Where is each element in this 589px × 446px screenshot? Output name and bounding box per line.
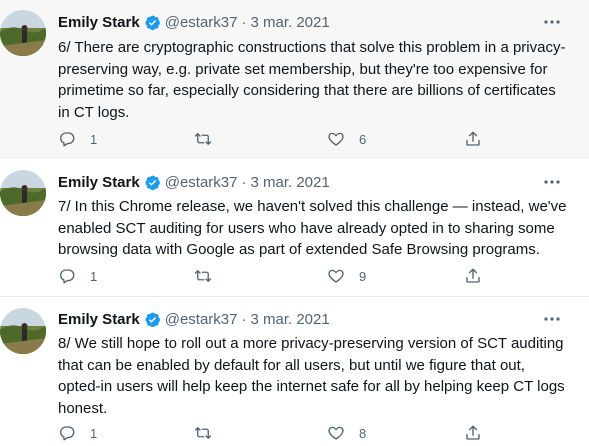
retweet-icon <box>194 427 212 439</box>
author-name[interactable]: Emily Stark <box>58 311 140 328</box>
tweet-text: 8/ We still hope to roll out a more priv… <box>58 335 565 417</box>
more-options-button[interactable] <box>541 172 563 192</box>
retweet-button[interactable] <box>194 264 226 288</box>
avatar-photo <box>0 308 46 354</box>
author-name[interactable]: Emily Stark <box>58 174 140 191</box>
tweet-date[interactable]: 3 mar. 2021 <box>250 174 329 191</box>
tweet-actions: 1 6 <box>58 127 488 151</box>
avatar[interactable] <box>0 10 46 56</box>
reply-icon <box>60 132 75 147</box>
retweet-button[interactable] <box>194 127 226 151</box>
retweet-icon <box>194 133 212 145</box>
tweet-header: Emily Stark @estark37 · 3 mar. 2021 <box>58 172 330 192</box>
verified-badge-icon <box>145 312 160 327</box>
more-horizontal-icon <box>544 20 560 24</box>
tweet-text: 6/ There are cryptographic constructions… <box>58 39 566 121</box>
share-button[interactable] <box>464 264 482 288</box>
author-handle[interactable]: @estark37 <box>165 174 238 191</box>
like-button[interactable]: 8 <box>327 421 366 445</box>
heart-icon <box>328 269 344 283</box>
reply-icon <box>60 426 75 441</box>
like-button[interactable]: 9 <box>327 264 366 288</box>
tweet-date[interactable]: 3 mar. 2021 <box>250 311 329 328</box>
tweet-header: Emily Stark @estark37 · 3 mar. 2021 <box>58 309 330 329</box>
share-button[interactable] <box>464 421 482 445</box>
share-icon <box>466 131 480 146</box>
author-handle[interactable]: @estark37 <box>165 311 238 328</box>
more-options-button[interactable] <box>541 309 563 329</box>
share-icon <box>466 268 480 283</box>
like-count: 8 <box>359 425 367 441</box>
more-horizontal-icon <box>544 180 560 184</box>
tweet-6[interactable]: Emily Stark @estark37 · 3 mar. 2021 6/ T… <box>0 0 589 157</box>
dot-separator: · <box>241 173 247 191</box>
tweet-text: 7/ In this Chrome release, we haven't so… <box>58 198 567 258</box>
like-count: 9 <box>359 268 367 284</box>
author-handle[interactable]: @estark37 <box>165 14 238 31</box>
reply-button[interactable]: 1 <box>58 127 97 151</box>
reply-icon <box>60 269 75 284</box>
heart-icon <box>328 132 344 146</box>
tweet-thread: Emily Stark @estark37 · 3 mar. 2021 6/ T… <box>0 0 589 446</box>
tweet-header: Emily Stark @estark37 · 3 mar. 2021 <box>58 12 330 32</box>
tweet-actions: 1 8 <box>58 421 488 445</box>
verified-badge-icon <box>145 15 160 30</box>
avatar[interactable] <box>0 170 46 216</box>
like-count: 6 <box>359 131 367 147</box>
avatar-photo <box>0 170 46 216</box>
retweet-button[interactable] <box>194 421 226 445</box>
share-button[interactable] <box>464 127 482 151</box>
reply-count: 1 <box>90 131 98 147</box>
more-options-button[interactable] <box>541 12 563 32</box>
retweet-icon <box>194 270 212 282</box>
reply-count: 1 <box>90 425 98 441</box>
share-icon <box>466 425 480 440</box>
verified-badge-icon <box>145 175 160 190</box>
tweet-8[interactable]: Emily Stark @estark37 · 3 mar. 2021 8/ W… <box>0 297 589 446</box>
avatar-photo <box>0 10 46 56</box>
reply-button[interactable]: 1 <box>58 264 97 288</box>
more-horizontal-icon <box>544 317 560 321</box>
tweet-7[interactable]: Emily Stark @estark37 · 3 mar. 2021 7/ I… <box>0 158 589 296</box>
dot-separator: · <box>241 310 247 328</box>
reply-count: 1 <box>90 268 98 284</box>
tweet-date[interactable]: 3 mar. 2021 <box>250 14 329 31</box>
reply-button[interactable]: 1 <box>58 421 97 445</box>
heart-icon <box>328 426 344 440</box>
like-button[interactable]: 6 <box>327 127 366 151</box>
author-name[interactable]: Emily Stark <box>58 14 140 31</box>
tweet-actions: 1 9 <box>58 264 488 288</box>
dot-separator: · <box>241 13 247 31</box>
avatar[interactable] <box>0 308 46 354</box>
